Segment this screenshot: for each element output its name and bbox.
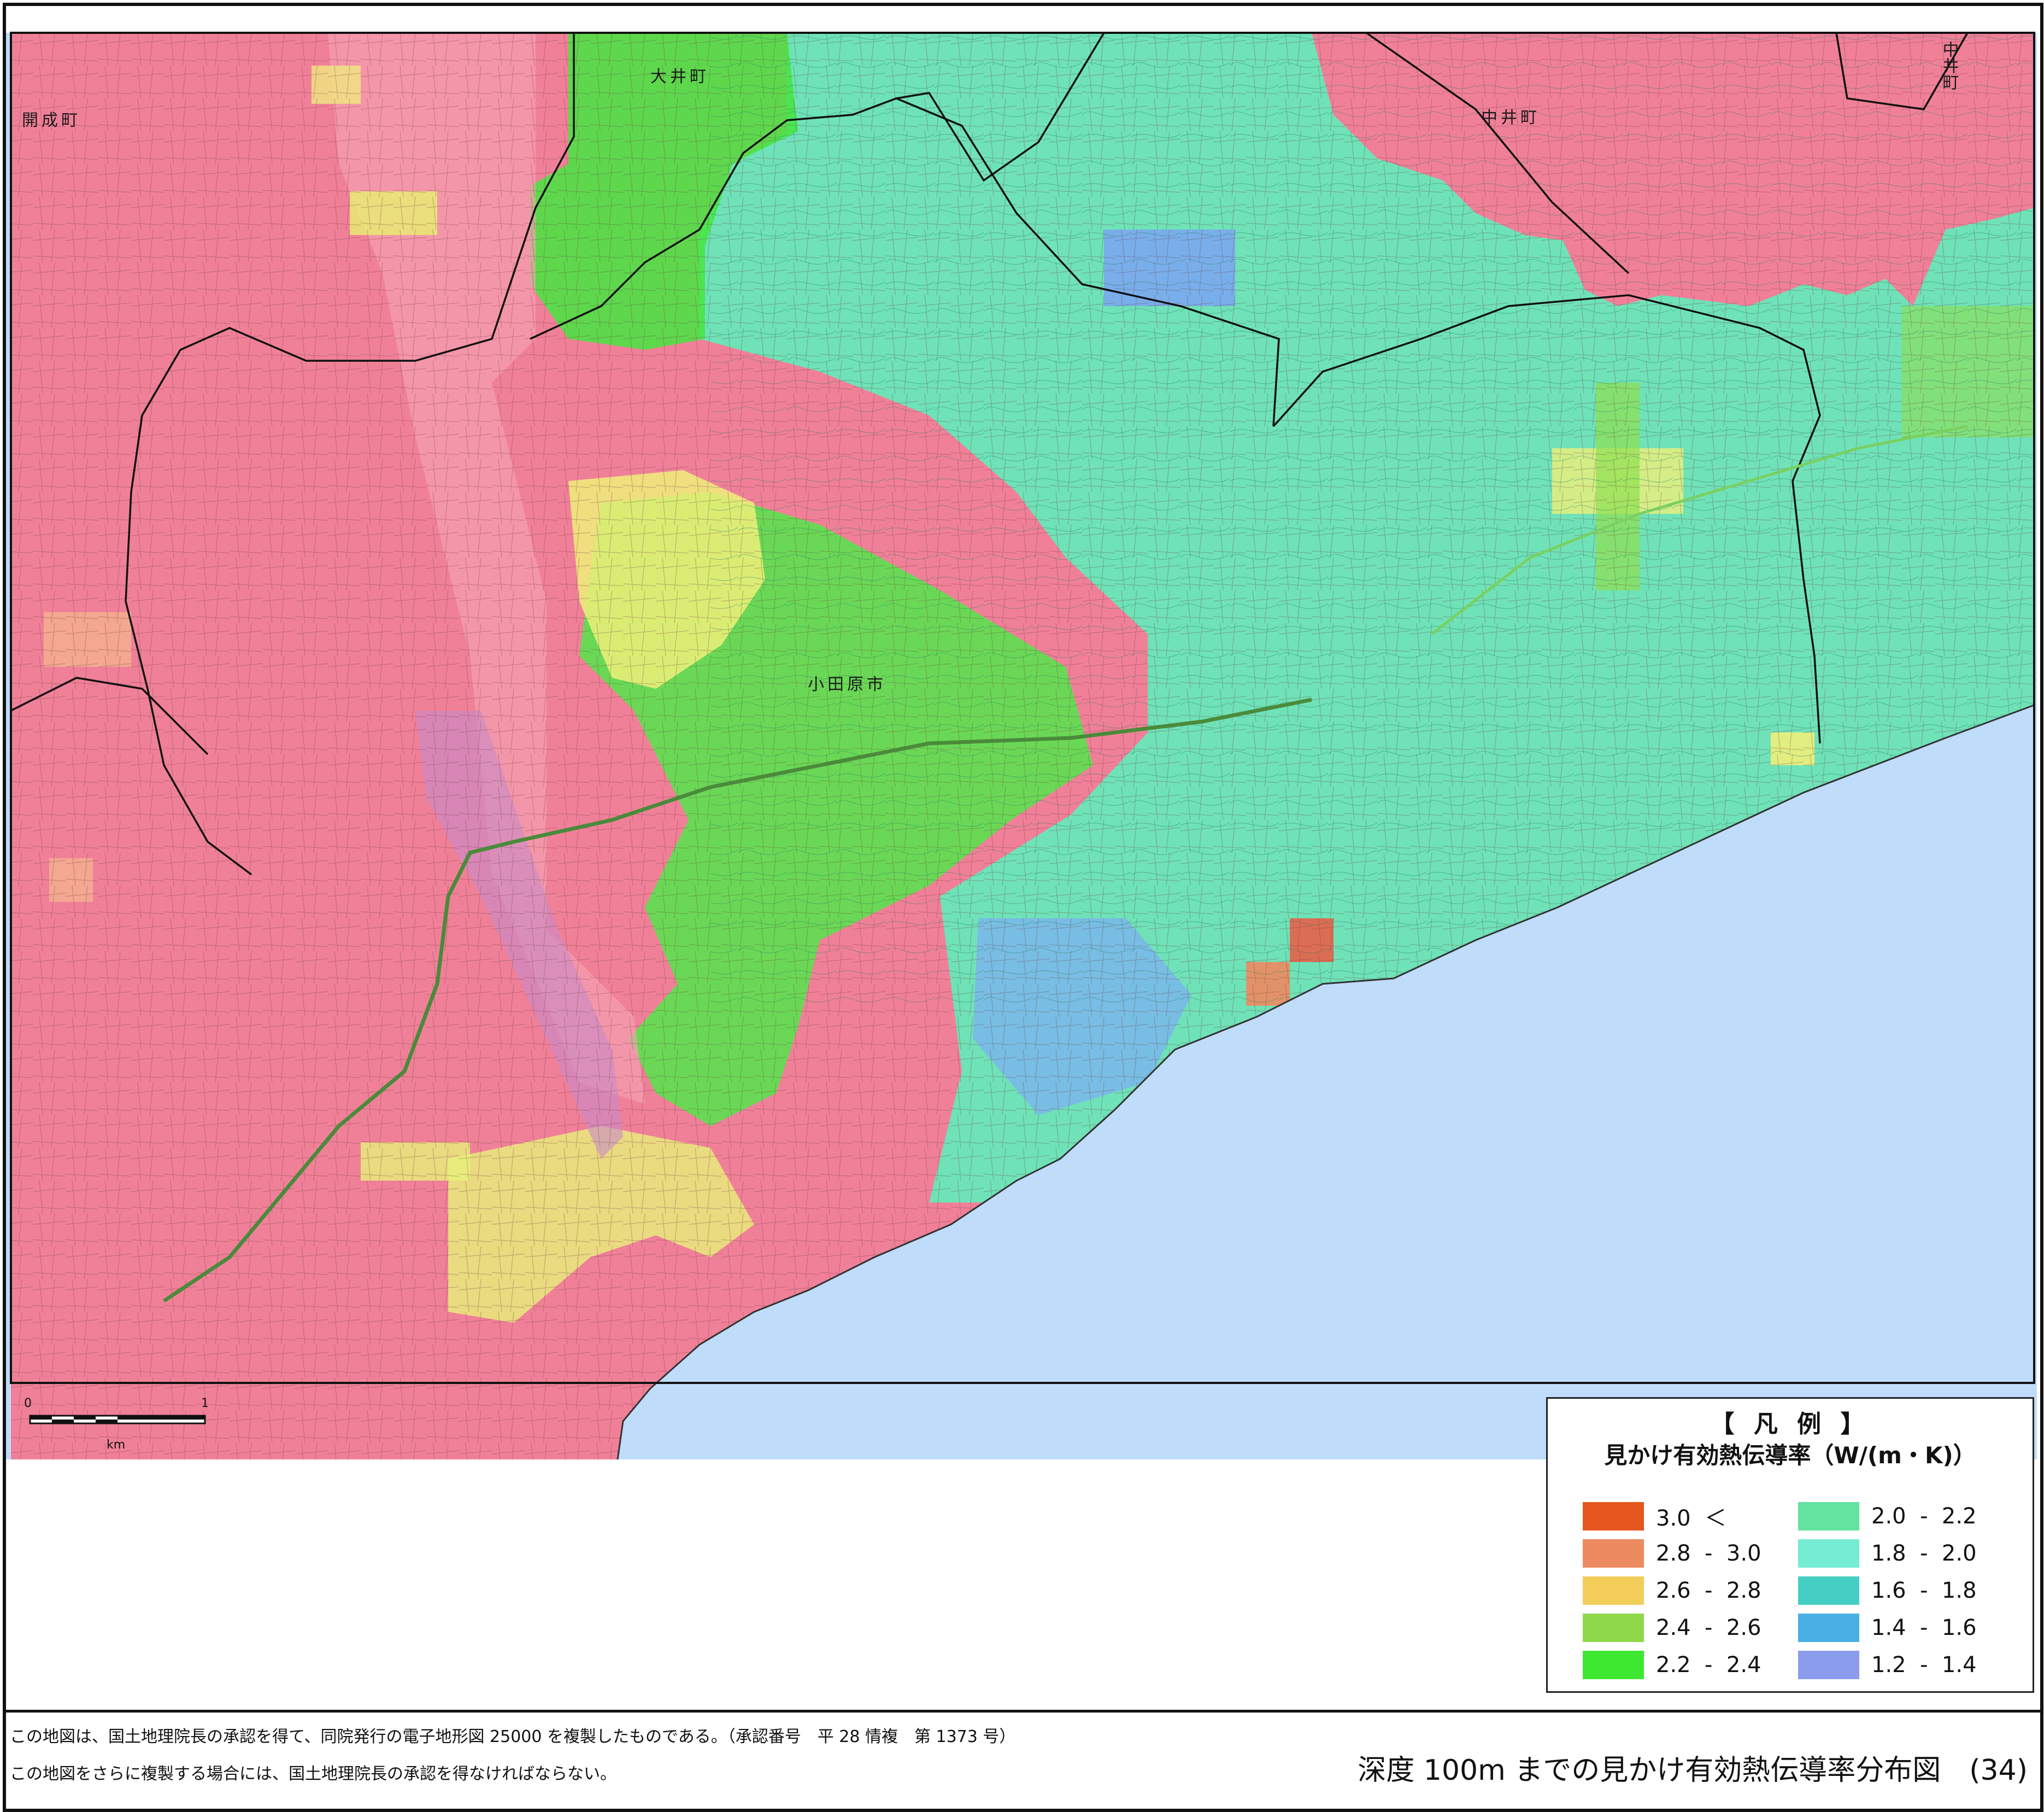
legend-label: 2.8 - 3.0 xyxy=(1656,1541,1761,1566)
legend-item: 3.0 ＜ xyxy=(1583,1500,1726,1532)
credit-line-2: この地図をさらに複製する場合には、国土地理院長の承認を得なければならない。 xyxy=(10,1764,616,1784)
legend-swatch xyxy=(1583,1614,1644,1642)
footer-divider xyxy=(3,1710,2043,1713)
legend-item: 2.4 - 2.6 xyxy=(1583,1612,1761,1644)
legend-label: 2.0 - 2.2 xyxy=(1871,1504,1977,1529)
legend-swatch xyxy=(1798,1576,1859,1605)
legend-swatch xyxy=(1583,1576,1644,1605)
page-title: 深度 100m までの見かけ有効熱伝導率分布図 (34) xyxy=(1358,1754,2028,1787)
legend-label: 1.8 - 2.0 xyxy=(1871,1541,1977,1566)
legend-swatch xyxy=(1798,1651,1859,1679)
legend-item: 2.2 - 2.4 xyxy=(1583,1649,1761,1681)
legend-swatch xyxy=(1798,1502,1859,1530)
legend-label: 1.6 - 1.8 xyxy=(1871,1578,1977,1603)
legend-item: 1.2 - 1.4 xyxy=(1798,1649,1977,1681)
legend-swatch xyxy=(1583,1539,1644,1568)
legend-item: 2.0 - 2.2 xyxy=(1798,1500,1977,1532)
legend-subtitle: 見かけ有効熱伝導率（W/(m・K)） xyxy=(1604,1442,1976,1469)
legend-item: 1.8 - 2.0 xyxy=(1798,1538,1977,1569)
legend-label: 1.4 - 1.6 xyxy=(1871,1615,1977,1640)
legend-item: 1.4 - 1.6 xyxy=(1798,1612,1977,1644)
legend-swatch xyxy=(1798,1614,1859,1642)
legend-swatch xyxy=(1583,1502,1644,1530)
legend-swatch xyxy=(1583,1651,1644,1679)
legend-swatch xyxy=(1798,1539,1859,1568)
legend-label: 1.2 - 1.4 xyxy=(1871,1652,1977,1678)
legend-item: 2.8 - 3.0 xyxy=(1583,1538,1761,1569)
legend-title: 【 凡 例 】 xyxy=(1710,1410,1870,1438)
legend-label: 3.0 ＜ xyxy=(1656,1506,1727,1531)
legend-label: 2.2 - 2.4 xyxy=(1656,1652,1761,1678)
legend-item: 1.6 - 1.8 xyxy=(1798,1575,1977,1606)
legend: 【 凡 例 】 見かけ有効熱伝導率（W/(m・K)） 3.0 ＜ 2.8 - 3… xyxy=(1546,1397,2034,1693)
legend-label: 2.6 - 2.8 xyxy=(1656,1578,1761,1603)
legend-item: 2.6 - 2.8 xyxy=(1583,1575,1761,1606)
credit-line-1: この地図は、国土地理院長の承認を得て、同院発行の電子地形図 25000 を複製し… xyxy=(10,1727,1016,1746)
legend-label: 2.4 - 2.6 xyxy=(1656,1615,1761,1640)
